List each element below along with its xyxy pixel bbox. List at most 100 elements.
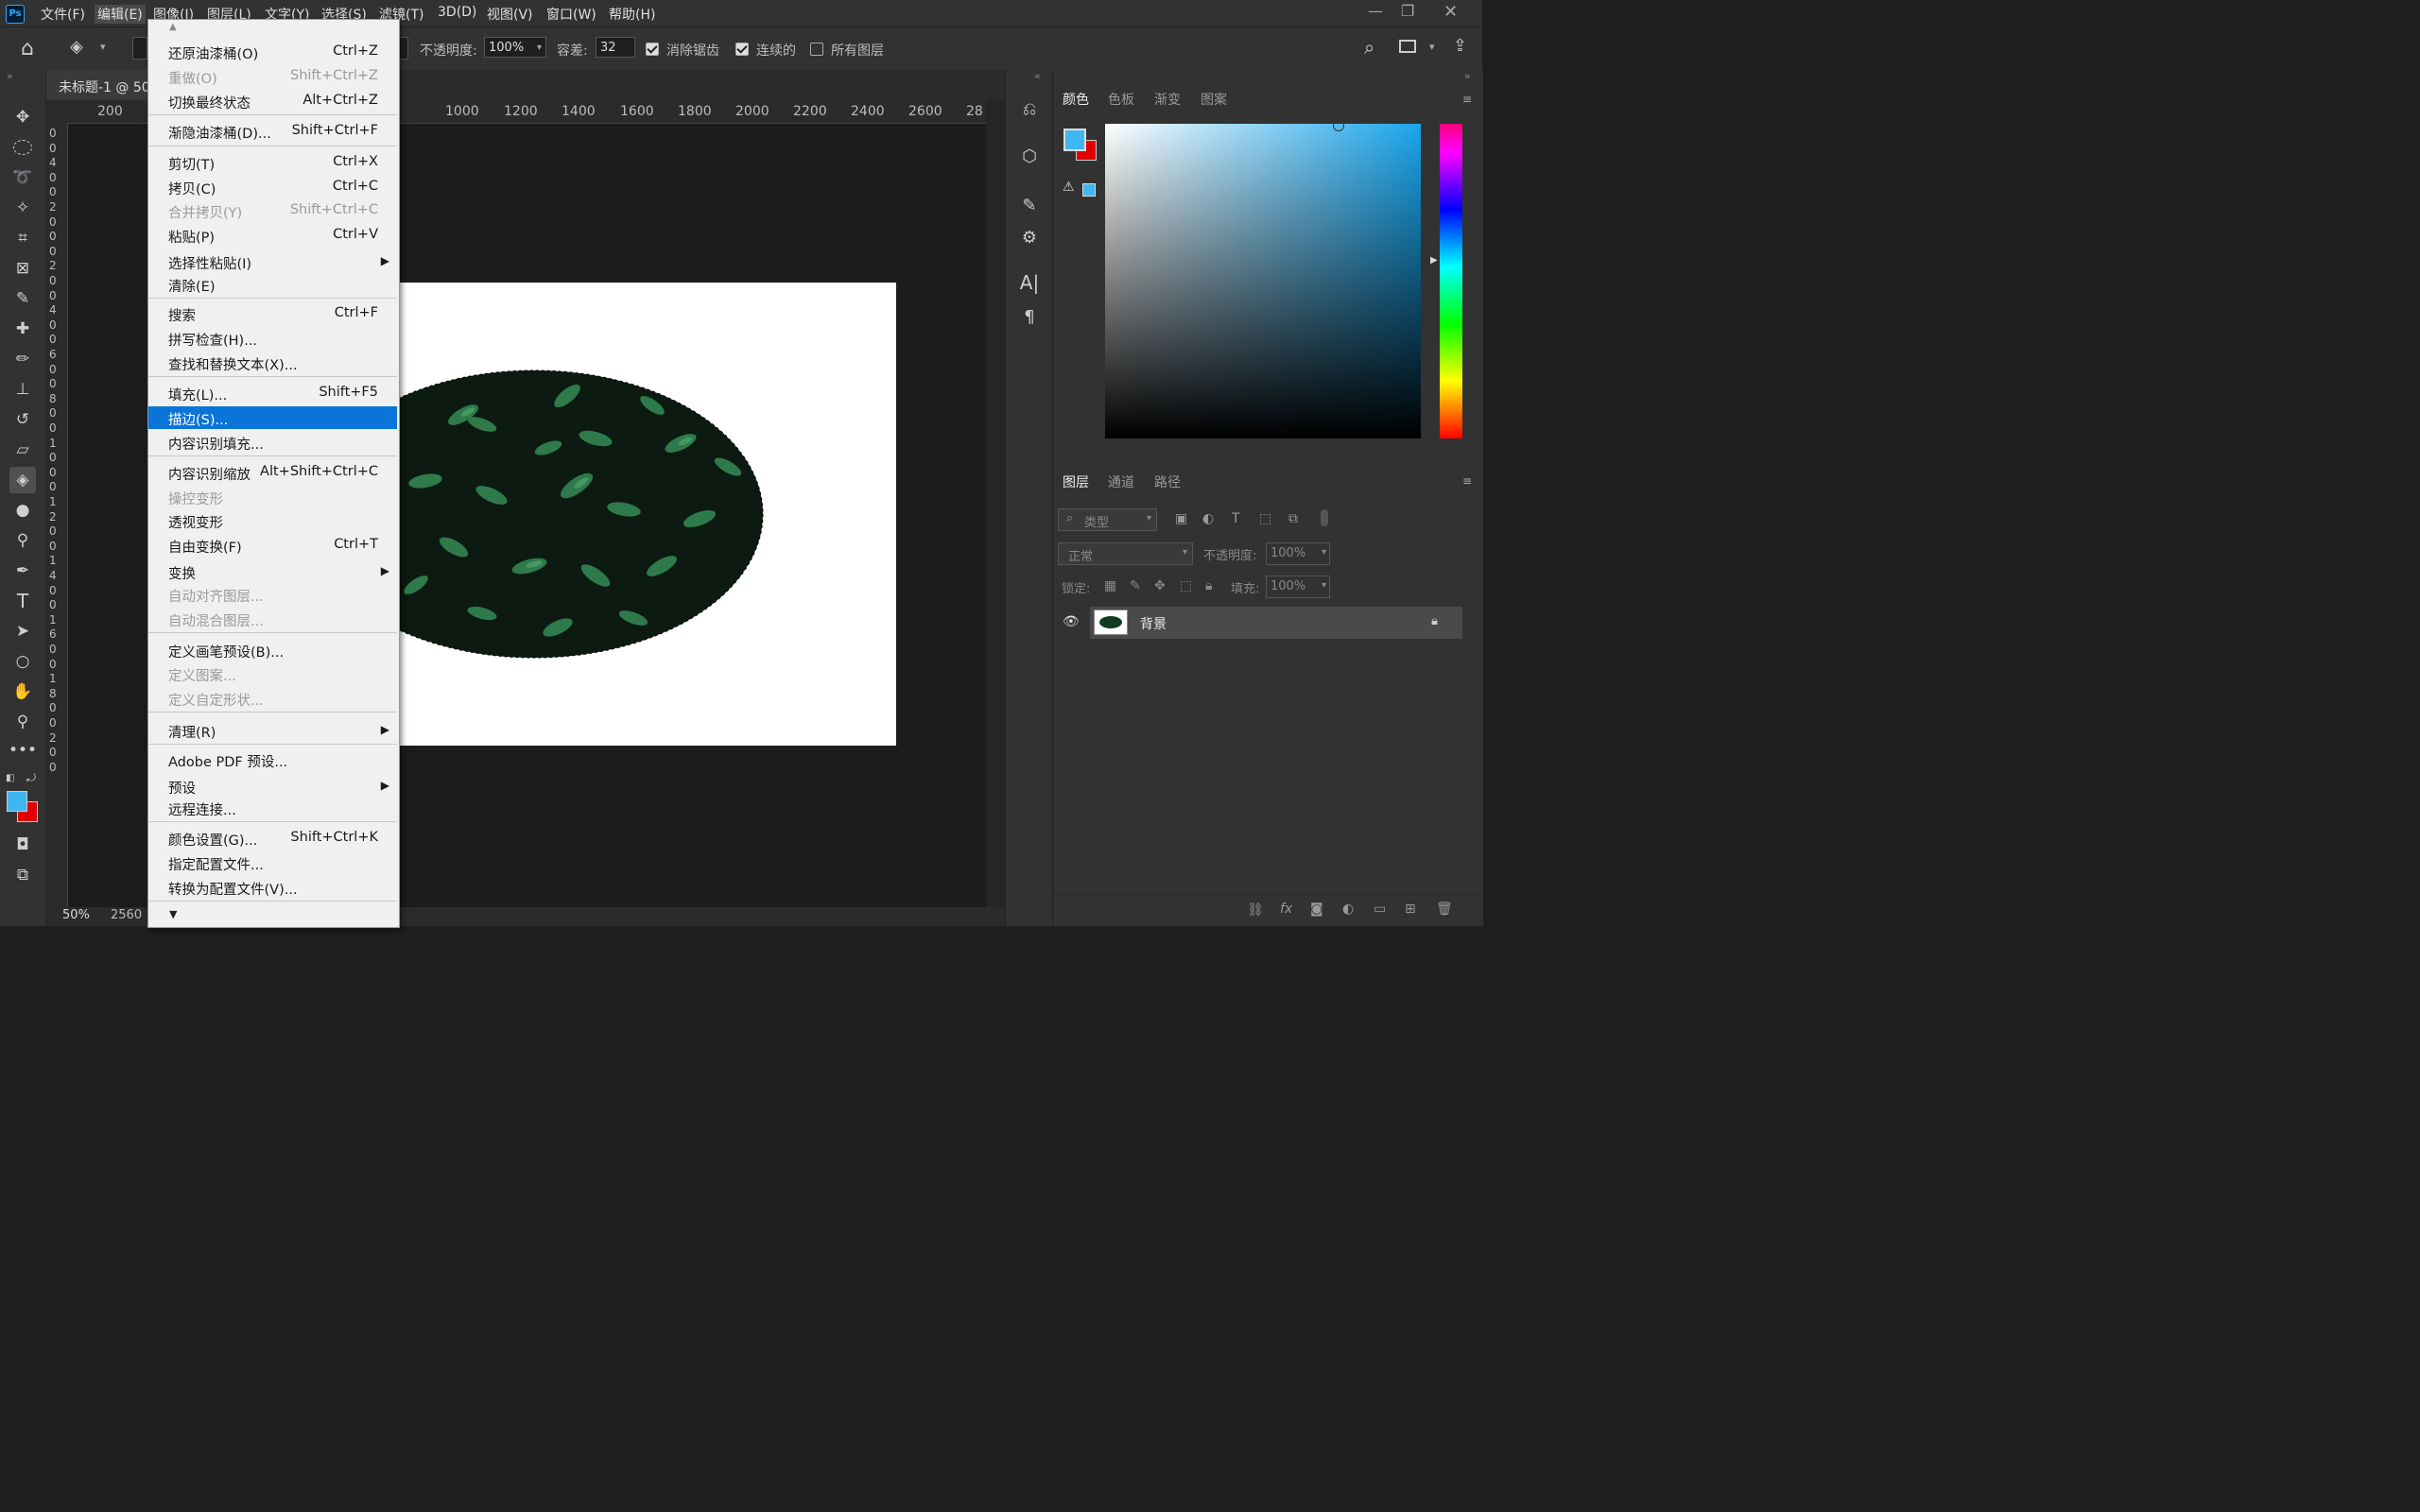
menu-item-stroke[interactable]: 描边(S)... <box>148 406 397 429</box>
clone-stamp-tool-icon[interactable]: ⊥ <box>9 376 36 403</box>
menu-help[interactable]: 帮助(H) <box>609 5 655 24</box>
menu-item-paste-special[interactable]: 选择性粘贴(I) ▶ <box>148 250 397 273</box>
hue-slider[interactable] <box>1440 124 1462 438</box>
filter-adjustment-icon[interactable]: ◐ <box>1202 511 1214 526</box>
menu-item-transform[interactable]: 变换 ▶ <box>148 560 397 583</box>
blend-mode-select[interactable]: 正常 ▾ <box>1058 542 1193 565</box>
scroll-down-icon[interactable]: ▼ <box>169 908 177 920</box>
filter-pixel-icon[interactable]: ▣ <box>1175 511 1187 526</box>
menu-item-free-transform[interactable]: 自由变换(F) Ctrl+T <box>148 534 397 557</box>
chevron-down-icon[interactable]: ▾ <box>537 38 542 59</box>
menu-item-purge[interactable]: 清理(R) ▶ <box>148 719 397 742</box>
adjustments-icon[interactable]: ⚙ <box>1017 225 1042 249</box>
crop-tool-icon[interactable]: ⌗ <box>9 225 36 251</box>
layer-opacity-input[interactable]: 100% ▾ <box>1266 542 1330 565</box>
hue-slider-handle[interactable]: ▶ <box>1430 255 1438 266</box>
menu-item-copy-merged[interactable]: 合并拷贝(Y) Shift+Ctrl+C <box>148 199 397 222</box>
menu-item-perspective-warp[interactable]: 透视变形 <box>148 509 397 532</box>
contiguous-checkbox[interactable] <box>735 43 749 56</box>
menu-edit[interactable]: 编辑(E) <box>95 5 146 24</box>
document-tab[interactable]: 未标题-1 @ 50 <box>46 70 155 100</box>
scroll-up-icon[interactable]: ▲ <box>169 22 177 32</box>
new-layer-icon[interactable]: ⊞ <box>1405 902 1416 917</box>
history-panel-icon[interactable]: ⎌ <box>1017 96 1042 121</box>
fill-source-select[interactable] <box>132 37 147 60</box>
menu-item-copy[interactable]: 拷贝(C) Ctrl+C <box>148 176 397 198</box>
panel-menu-icon[interactable]: ≡ <box>1462 474 1472 488</box>
menu-item-undo[interactable]: 还原油漆桶(O) Ctrl+Z <box>148 41 397 63</box>
filter-shape-icon[interactable]: ⬚ <box>1259 511 1271 526</box>
menu-item-convert-profile[interactable]: 转换为配置文件(V)... <box>148 876 397 899</box>
opacity-input[interactable]: 100% ▾ <box>484 37 546 58</box>
color-picker-field[interactable] <box>1105 120 1421 438</box>
zoom-tool-icon[interactable]: ⚲ <box>9 709 36 735</box>
pen-tool-icon[interactable]: ✒ <box>9 558 36 584</box>
menu-window[interactable]: 窗口(W) <box>546 5 596 24</box>
menu-view[interactable]: 视图(V) <box>487 5 533 24</box>
menu-item-redo[interactable]: 重做(O) Shift+Ctrl+Z <box>148 65 397 88</box>
filter-type-icon[interactable]: T <box>1232 511 1240 526</box>
menu-item-define-brush[interactable]: 定义画笔预设(B)... <box>148 639 397 662</box>
visibility-eye-icon[interactable]: 👁︎ <box>1063 614 1080 629</box>
fill-input[interactable]: 100% ▾ <box>1266 576 1330 598</box>
layer-style-icon[interactable]: fx <box>1280 902 1292 917</box>
magic-wand-tool-icon[interactable]: ✧ <box>9 195 36 221</box>
close-icon[interactable]: ✕ <box>1443 2 1458 22</box>
brush-tool-icon[interactable]: ✏ <box>9 346 36 372</box>
menu-item-fade[interactable]: 渐隐油漆桶(D)... Shift+Ctrl+F <box>148 120 397 143</box>
menu-file[interactable]: 文件(F) <box>41 5 85 24</box>
selection-ellipse-image[interactable] <box>340 283 896 746</box>
path-selection-tool-icon[interactable]: ➤ <box>9 618 36 644</box>
menu-item-spell-check[interactable]: 拼写检查(H)... <box>148 327 397 350</box>
menu-item-toggle-last-state[interactable]: 切换最终状态 Alt+Ctrl+Z <box>148 90 397 112</box>
3d-panel-icon[interactable]: ⬡ <box>1017 144 1042 168</box>
menu-item-define-pattern[interactable]: 定义图案... <box>148 662 397 685</box>
healing-brush-tool-icon[interactable]: ✚ <box>9 316 36 342</box>
menu-item-color-settings[interactable]: 颜色设置(G)... Shift+Ctrl+K <box>148 827 397 850</box>
menu-item-remote-connections[interactable]: 远程连接... <box>148 797 397 819</box>
tab-layers[interactable]: 图层 <box>1063 472 1089 491</box>
lock-transparent-icon[interactable]: ▦ <box>1104 578 1116 593</box>
lock-position-icon[interactable]: ✥ <box>1154 578 1166 593</box>
filter-toggle-icon[interactable] <box>1321 509 1328 526</box>
all-layers-checkbox[interactable] <box>810 43 823 56</box>
ellipse-tool-icon[interactable]: ○ <box>9 648 36 675</box>
filter-smart-object-icon[interactable]: ⧉ <box>1288 511 1298 526</box>
gamut-warning-icon[interactable]: ⚠ <box>1063 180 1075 195</box>
paint-bucket-tool-icon[interactable]: ◈ <box>9 467 36 493</box>
menu-3d[interactable]: 3D(D) <box>438 5 476 20</box>
layer-row[interactable]: 背景 🔒︎ <box>1090 607 1462 639</box>
quick-mask-icon[interactable]: ◘ <box>9 832 36 858</box>
layer-name[interactable]: 背景 <box>1140 614 1167 633</box>
menu-item-pdf-presets[interactable]: Adobe PDF 预设... <box>148 748 397 771</box>
chevron-down-icon[interactable]: ▾ <box>1429 41 1435 53</box>
eraser-tool-icon[interactable]: ▱ <box>9 437 36 463</box>
menu-item-content-aware-fill[interactable]: 内容识别填充... <box>148 431 397 454</box>
chevron-down-icon[interactable]: ▾ <box>100 41 106 53</box>
collapse-toolbar-icon[interactable]: » <box>7 70 13 82</box>
collapse-icon[interactable]: » <box>1464 70 1471 82</box>
delete-layer-icon[interactable]: 🗑︎ <box>1436 902 1453 917</box>
menu-item-auto-align[interactable]: 自动对齐图层... <box>148 583 397 606</box>
document-canvas[interactable] <box>340 283 896 746</box>
menu-item-puppet-warp[interactable]: 操控变形 <box>148 486 397 508</box>
menu-item-cut[interactable]: 剪切(T) Ctrl+X <box>148 151 397 174</box>
type-tool-icon[interactable]: T <box>9 588 36 614</box>
frame-tool-icon[interactable]: ⊠ <box>9 255 36 282</box>
menu-item-find-replace[interactable]: 查找和替换文本(X)... <box>148 352 397 374</box>
lock-image-icon[interactable]: ✎ <box>1130 578 1141 593</box>
history-brush-tool-icon[interactable]: ↺ <box>9 406 36 433</box>
layer-filter-select[interactable]: ⌕ 类型 ▾ <box>1058 508 1157 531</box>
web-safe-swatch[interactable] <box>1082 183 1096 197</box>
menu-item-assign-profile[interactable]: 指定配置文件... <box>148 851 397 874</box>
vertical-scrollbar[interactable] <box>986 100 1005 907</box>
marquee-tool-icon[interactable] <box>9 134 36 161</box>
lock-all-icon[interactable]: 🔒︎ <box>1205 578 1212 593</box>
minimize-icon[interactable]: — <box>1368 2 1383 20</box>
brush-settings-icon[interactable]: ✎ <box>1017 193 1042 217</box>
menu-item-presets[interactable]: 预设 ▶ <box>148 775 397 798</box>
tab-patterns[interactable]: 图案 <box>1201 90 1227 109</box>
paragraph-panel-icon[interactable]: ¶ <box>1017 304 1042 329</box>
screen-mode-icon[interactable]: ⧉ <box>9 862 36 888</box>
character-panel-icon[interactable]: A| <box>1017 270 1042 295</box>
